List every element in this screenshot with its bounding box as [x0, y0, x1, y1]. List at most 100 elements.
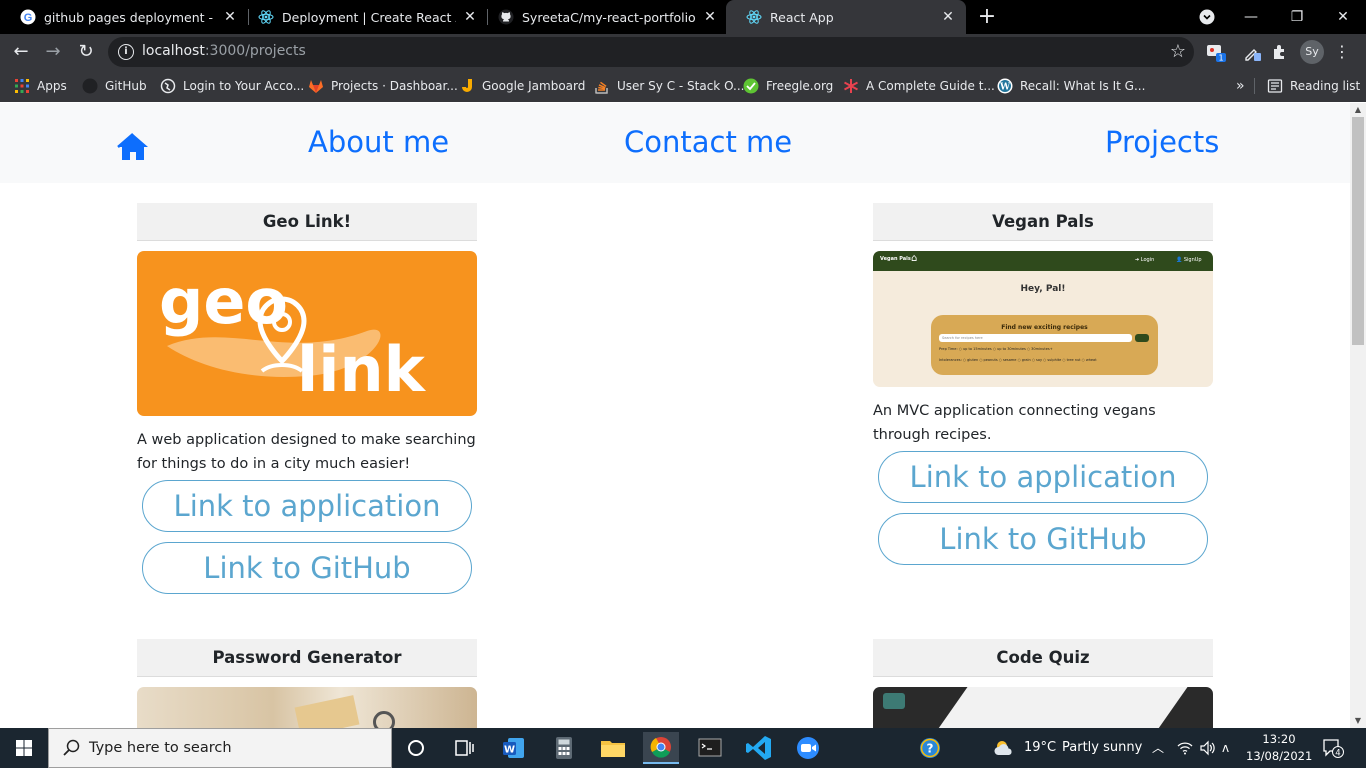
link-to-github-button[interactable]: Link to GitHub — [142, 542, 472, 594]
windows-start-icon[interactable] — [0, 728, 48, 768]
volume-icon[interactable] — [1199, 740, 1217, 756]
help-icon[interactable]: ? — [912, 732, 948, 764]
paper-shape — [918, 687, 1188, 728]
vp-signup-label: SignUp — [1183, 257, 1202, 263]
reading-list-button[interactable]: Reading list — [1267, 76, 1360, 96]
reload-button[interactable]: ↻ — [73, 39, 99, 65]
new-tab-button[interactable]: + — [976, 6, 998, 28]
bookmark-login[interactable]: Login to Your Acco... — [160, 76, 304, 96]
chrome-menu-icon[interactable]: ⋮ — [1334, 40, 1350, 64]
github-icon — [82, 78, 98, 94]
object-shape — [883, 693, 905, 709]
extension-badge: 1 — [1218, 54, 1223, 63]
vp-navbar: Vegan Pals ⌂ ➔ Login 👤 SignUp — [873, 251, 1213, 271]
weather-temperature[interactable]: 19°C — [1024, 728, 1056, 768]
vp-intolerance: soy — [1036, 358, 1043, 362]
zoom-icon[interactable] — [790, 732, 826, 764]
bookmark-star-icon[interactable]: ☆ — [1170, 41, 1186, 62]
close-icon[interactable]: ✕ — [462, 9, 478, 25]
bookmark-complete-guide[interactable]: A Complete Guide t... — [843, 76, 995, 96]
scroll-up-arrow[interactable]: ▲ — [1350, 103, 1366, 117]
link-to-github-button[interactable]: Link to GitHub — [878, 513, 1208, 565]
bookmark-freegle[interactable]: Freegle.org — [743, 76, 833, 96]
bookmark-label: Google Jamboard — [482, 79, 586, 93]
extension-icon[interactable]: 1 — [1206, 42, 1226, 62]
cortana-icon[interactable] — [398, 732, 434, 764]
restore-button[interactable]: ❐ — [1274, 0, 1320, 34]
tab-github-pages-deployment[interactable]: G github pages deployment - Goog ✕ — [0, 0, 248, 34]
reading-list-icon — [1267, 79, 1283, 93]
bookmark-label: A Complete Guide t... — [866, 79, 995, 93]
close-icon[interactable]: ✕ — [222, 9, 238, 25]
weather-partly-sunny-icon[interactable] — [992, 738, 1016, 758]
vp-intolerance: wheat — [1085, 358, 1097, 362]
chevron-up-icon[interactable]: ︿ — [1152, 728, 1164, 768]
puzzle-extensions-icon[interactable] — [1270, 42, 1290, 62]
project-description: An MVC application connecting vegans thr… — [873, 403, 1156, 443]
tab-title: SyreetaC/my-react-portfolio — [522, 9, 696, 25]
taskbar-chrome-active[interactable] — [643, 732, 679, 764]
bookmark-github[interactable]: GitHub — [82, 76, 147, 96]
site-info-icon[interactable]: i — [118, 44, 134, 60]
clock-time: 13:20 — [1262, 732, 1296, 746]
task-view-icon[interactable] — [446, 732, 482, 764]
gitlab-icon — [309, 80, 323, 93]
bookmark-label: Recall: What Is It G... — [1020, 79, 1146, 93]
forward-button[interactable]: → — [40, 39, 66, 65]
taskbar-clock[interactable]: 13:20 13/08/2021 — [1246, 731, 1312, 765]
scrollbar-thumb[interactable] — [1352, 117, 1364, 345]
terminal-icon[interactable] — [692, 732, 728, 764]
link-to-application-button[interactable]: Link to application — [142, 480, 472, 532]
apps-grid-icon — [15, 79, 29, 93]
keyboard-language-icon[interactable]: ʌ — [1222, 728, 1229, 768]
address-bar[interactable]: i localhost:3000/projects ☆ — [108, 37, 1194, 67]
vp-prep-option: 30minutes+ — [1031, 347, 1053, 351]
tab-search-icon[interactable] — [1199, 9, 1215, 25]
scroll-down-arrow[interactable]: ▼ — [1350, 714, 1366, 728]
glasses-shape — [373, 711, 395, 728]
tab-deployment-cra[interactable]: Deployment | Create React App ✕ — [238, 0, 488, 34]
vp-search-panel: Find new exciting recipes Search for rec… — [931, 315, 1158, 375]
notification-center-icon[interactable]: 4 — [1322, 738, 1344, 758]
bookmarks-divider — [1254, 78, 1255, 94]
nav-about-link[interactable]: About me — [308, 125, 449, 159]
vp-intolerance: grain — [1021, 358, 1031, 362]
close-icon[interactable]: ✕ — [702, 9, 718, 25]
tab-react-app[interactable]: React App ✕ — [726, 0, 966, 34]
bookmark-recall[interactable]: W Recall: What Is It G... — [997, 76, 1145, 96]
eyedropper-icon[interactable] — [1242, 42, 1262, 62]
nav-projects-link[interactable]: Projects — [1105, 125, 1219, 159]
bookmark-gitlab-projects[interactable]: Projects · Dashboar... — [308, 76, 458, 96]
file-explorer-icon[interactable] — [595, 732, 631, 764]
url-text[interactable]: localhost:3000/projects — [142, 43, 306, 59]
home-icon[interactable] — [117, 133, 149, 161]
page-scrollbar[interactable]: ▲ ▼ — [1350, 103, 1366, 728]
notification-count: 4 — [1335, 749, 1340, 759]
vp-greeting: Hey, Pal! — [1020, 284, 1066, 294]
bookmark-stackoverflow[interactable]: User Sy C - Stack O... — [594, 76, 744, 96]
taskbar-search-box[interactable]: Type here to search — [48, 728, 392, 768]
calculator-icon[interactable] — [546, 732, 582, 764]
close-icon[interactable]: ✕ — [940, 9, 956, 25]
tab-github-portfolio[interactable]: SyreetaC/my-react-portfolio ✕ — [478, 0, 728, 34]
github-icon — [498, 9, 514, 25]
profile-avatar[interactable]: Sy — [1300, 40, 1324, 64]
vscode-icon[interactable] — [741, 732, 777, 764]
geo-link-logo-text-link: link — [297, 333, 427, 406]
bookmark-apps[interactable]: Apps — [14, 76, 67, 96]
word-icon[interactable]: W — [496, 732, 532, 764]
vp-intolerance: gluten — [967, 358, 979, 362]
bookmark-jamboard[interactable]: Google Jamboard — [459, 76, 585, 96]
minimize-button[interactable]: — — [1228, 0, 1274, 34]
link-to-application-button[interactable]: Link to application — [878, 451, 1208, 503]
tab-title: github pages deployment - Goog — [44, 9, 216, 25]
wifi-icon[interactable] — [1177, 741, 1193, 755]
nav-contact-link[interactable]: Contact me — [624, 125, 792, 159]
bookmarks-overflow-button[interactable]: » — [1236, 76, 1245, 96]
back-button[interactable]: ← — [8, 39, 34, 65]
close-window-button[interactable]: ✕ — [1320, 0, 1366, 34]
freegle-icon — [743, 78, 759, 94]
taskbar-search-placeholder: Type here to search — [89, 740, 232, 756]
weather-condition[interactable]: Partly sunny — [1062, 728, 1142, 768]
asterisk-icon — [844, 79, 858, 93]
